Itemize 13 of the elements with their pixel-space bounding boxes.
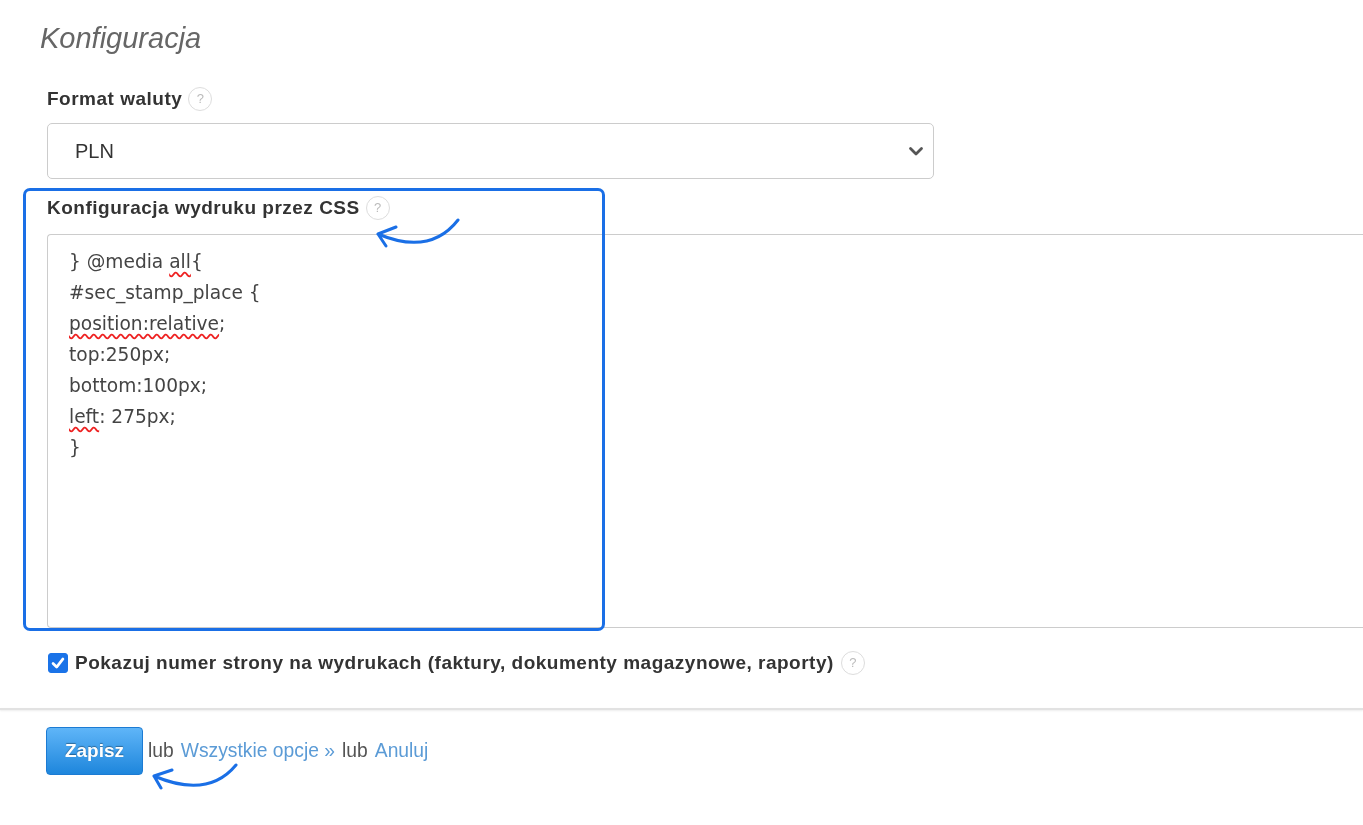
link[interactable]: Anuluj <box>374 739 429 763</box>
currency-select[interactable]: PLN <box>47 123 934 179</box>
checkbox-label: Pokazuj numer strony na wydrukach (faktury, dokumenty magazynowe, raporty) <box>75 651 834 675</box>
or-text: lub <box>342 739 368 763</box>
save-button[interactable]: Zapisz <box>46 727 143 775</box>
checkbox[interactable] <box>48 653 68 673</box>
field-label: Format waluty <box>47 87 183 111</box>
link[interactable]: Wszystkie opcje » <box>180 739 336 763</box>
field-label: Konfiguracja wydruku przez CSS <box>47 196 360 220</box>
css-textarea[interactable]: } @media all{ #sec_stamp_place { position:relative; top:250px; bottom:100px; left: 275px; } <box>47 234 1363 628</box>
chevron-down-icon <box>908 145 924 157</box>
page-title: Konfiguracja <box>40 21 202 56</box>
or-text: lub <box>148 739 174 763</box>
